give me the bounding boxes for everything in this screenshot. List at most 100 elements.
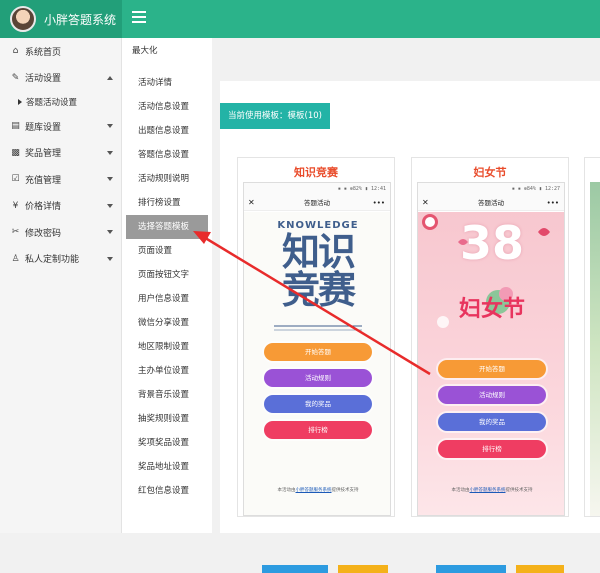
subnav-item[interactable]: 答题信息设置 [126,143,208,167]
sidebar-item[interactable]: ¥ 价格详情 [0,193,121,220]
caret-down-icon [107,203,113,208]
home-icon: ⌂ [12,46,19,57]
sidebar-item-label: 价格详情 [25,202,62,213]
sidebar-item[interactable]: ☑ 充值管理 [0,166,121,193]
sub-nav-list: 活动详情 活动信息设置 出题信息设置 答题信息设置 活动规则说明 排行榜设置 选择答题模板页… [126,71,208,503]
sidebar-item-label: 私人定制功能 [25,255,80,266]
sidebar-item[interactable]: ▤ 题库设置 [0,113,121,140]
subnav-item[interactable]: 背景音乐设置 [126,383,208,407]
subnav-item[interactable]: 排行榜设置 [126,191,208,215]
rules-button[interactable]: 活动规则 [264,369,372,387]
submenu-label: 答题活动设置 [26,98,78,108]
avatar [10,6,36,32]
sidebar-item[interactable]: ✎ 活动设置 [0,65,121,92]
phone-navbar: ✕ 答题活动 ••• [244,195,390,211]
subnav-item[interactable]: 出题信息设置 [126,119,208,143]
decor-lines [274,325,362,331]
subnav-item[interactable]: 页面设置 [126,239,208,263]
current-template-badge: 当前使用模板：模板(10) [220,103,330,129]
footer-link[interactable]: 小胖答题服务系统 [470,488,506,493]
brand[interactable]: 小胖答题系统 [0,0,122,38]
footer-note: 本活动由小胖答题服务系统提供技术支持 [418,487,564,493]
sub-navigation: 最大化 活动详情 活动信息设置 出题信息设置 答题信息设置 活动规则说明 排行榜设置 选择答… [122,38,212,533]
caret-down-icon [107,177,113,181]
subnav-item[interactable]: 活动规则说明 [126,167,208,191]
sidebar-item-label: 题库设置 [25,122,62,133]
phone-preview [590,182,600,516]
template-card-knowledge[interactable]: 知识竞赛 ▪ ▪ ⊕82% ▮ 12:41 ✕ 答题活动 ••• KNOWLED… [237,157,395,517]
caret-down-icon [107,230,113,234]
phone-preview: ▪ ▪ ⊕82% ▮ 12:41 ✕ 答题活动 ••• KNOWLEDGE 知识… [243,182,391,516]
leaderboard-button[interactable]: 排行榜 [264,421,372,439]
select-button[interactable] [516,565,564,573]
menu-toggle-icon[interactable] [132,11,146,25]
start-quiz-button[interactable]: 开始答题 [264,343,372,361]
main-content: 当前使用模板：模板(10) 知识竞赛 ▪ ▪ ⊕82% ▮ 12:41 ✕ 答题… [212,38,600,573]
rules-button[interactable]: 活动规则 [438,386,546,404]
template-panel: 当前使用模板：模板(10) 知识竞赛 ▪ ▪ ⊕82% ▮ 12:41 ✕ 答题… [220,81,600,573]
submenu-item-quiz-activity[interactable]: 答题活动设置 [0,91,121,113]
sidebar-item[interactable]: ✂ 修改密码 [0,219,121,246]
sidebar-item-label: 奖品管理 [25,149,62,160]
start-quiz-button[interactable]: 开始答题 [438,360,546,378]
subnav-item[interactable]: 红包信息设置 [126,479,208,503]
subnav-item[interactable]: 页面按钮文字 [126,263,208,287]
caret-up-icon [107,75,113,80]
sidebar-item-label: 修改密码 [25,228,62,239]
phone-preview: ▪ ▪ ⊕84% ▮ 12:27 ✕ 答题活动 ••• 38 妇女节 开始答题 … [417,182,565,516]
check-icon: ☑ [11,174,20,185]
preview-button[interactable] [262,565,328,573]
yen-icon: ¥ [12,200,19,211]
template-card-womens-day[interactable]: 妇女节 ▪ ▪ ⊕84% ▮ 12:27 ✕ 答题活动 ••• 38 妇女节 开… [411,157,569,517]
footer-suffix: 提供技术支持 [331,488,359,493]
sidebar-item[interactable]: ▩ 奖品管理 [0,140,121,167]
close-icon: ✕ [248,198,255,207]
headline-number: 38 [459,216,524,270]
app-title: 小胖答题系统 [44,12,117,27]
subnav-item[interactable]: 微信分享设置 [126,311,208,335]
footer-suffix: 提供技术支持 [505,488,533,493]
edit-icon: ✎ [11,72,20,83]
status-bar: ▪ ▪ ⊕82% ▮ 12:41 [244,183,390,195]
sidebar-item[interactable]: ♙ 私人定制功能 [0,246,121,273]
headline-cn: 妇女节 [458,297,525,322]
my-prizes-button[interactable]: 我的奖品 [264,395,372,413]
subnav-item[interactable]: 用户信息设置 [126,287,208,311]
subnav-item[interactable]: 活动详情 [126,71,208,95]
caret-down-icon [107,124,113,128]
maximize-link[interactable]: 最大化 [132,44,158,56]
more-icon: ••• [372,199,385,207]
footer-prefix: 本活动由 [451,488,470,493]
subnav-item[interactable]: 活动信息设置 [126,95,208,119]
phone-nav-title: 答题活动 [304,199,330,207]
subnav-item[interactable]: 抽奖规则设置 [126,407,208,431]
footer-prefix: 本活动由 [277,488,296,493]
headline-cn-1: 知识 [281,230,356,274]
caret-right-icon [18,99,22,105]
subnav-item[interactable]: 奖项奖品设置 [126,431,208,455]
headline-cn-2: 竞赛 [281,268,356,312]
sidebar-item-label: 活动设置 [25,74,62,85]
subnav-item[interactable]: 地区限制设置 [126,335,208,359]
more-icon: ••• [546,199,559,207]
subnav-item[interactable]: 选择答题模板 [126,215,208,239]
document-icon: ▤ [11,121,20,132]
phone-navbar: ✕ 答题活动 ••• [418,195,564,211]
sidebar: ⌂ 系统首页 ✎ 活动设置答题活动设置 ▤ 题库设置 ▩ 奖品管理 ☑ 充值管理 ¥ 价格详情 ✂ 修改密… [0,38,122,533]
subnav-item[interactable]: 奖品地址设置 [126,455,208,479]
subnav-item[interactable]: 主办单位设置 [126,359,208,383]
sidebar-item[interactable]: ⌂ 系统首页 [0,38,121,65]
leaderboard-button[interactable]: 排行榜 [438,440,546,458]
select-button[interactable] [338,565,388,573]
footer-link[interactable]: 小胖答题服务系统 [296,488,332,493]
top-header: 小胖答题系统 [0,0,600,38]
preview-button[interactable] [436,565,506,573]
template-card-partial[interactable] [584,157,600,517]
wrench-icon: ✂ [11,227,20,238]
my-prizes-button[interactable]: 我的奖品 [438,413,546,431]
template-title: 妇女节 [473,166,507,179]
sidebar-item-label: 系统首页 [25,47,62,58]
close-icon: ✕ [422,198,429,207]
sidebar-item-label: 充值管理 [25,175,62,186]
caret-down-icon [107,256,113,261]
